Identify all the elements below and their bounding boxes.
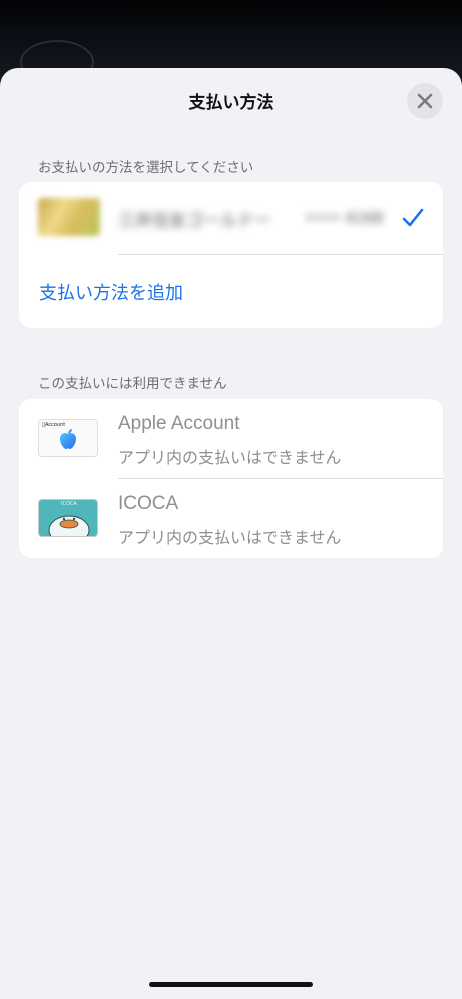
apple-logo-icon: [60, 429, 76, 449]
icoca-card-icon: ICOCA: [38, 499, 98, 537]
credit-card-thumbnail: [38, 198, 100, 236]
apple-account-subtitle: アプリ内の支払いはできません: [118, 448, 342, 467]
sheet-title: 支払い方法: [188, 93, 274, 113]
select-section-label: お支払いの方法を選択してください: [38, 160, 254, 176]
payment-options-card: 三井住友ゴールドー •••• 4168 支払い方法を追加: [19, 182, 443, 328]
close-icon: [417, 93, 433, 109]
add-payment-method-link[interactable]: 支払い方法を追加: [39, 279, 183, 305]
icoca-title: ICOCA: [118, 493, 179, 514]
icoca-platypus-icon: [48, 515, 90, 536]
payment-method-sheet: 支払い方法 お支払いの方法を選択してください 三井住友ゴールドー •••• 41…: [0, 68, 462, 999]
icoca-subtitle: アプリ内の支払いはできません: [118, 528, 342, 547]
apple-account-thumbnail: Account: [38, 419, 98, 457]
checkmark-icon: [402, 208, 424, 227]
unavailable-section-label: この支払いには利用できません: [38, 376, 227, 392]
card-number: •••• 4168: [305, 209, 384, 227]
row-divider: [118, 254, 443, 255]
selected-card-row[interactable]: 三井住友ゴールドー •••• 4168: [19, 182, 443, 254]
card-name: 三井住友ゴールドー: [118, 211, 271, 231]
icoca-row: ICOCA ICOCA アプリ内の支払いはできません: [19, 479, 443, 558]
apple-account-row: Account Apple Account アプリ内の支払いはできません: [19, 399, 443, 478]
unavailable-methods-card: Account Apple Account アプリ内の支払いはできません: [19, 399, 443, 558]
apple-account-title: Apple Account: [118, 413, 240, 434]
home-indicator[interactable]: [149, 982, 313, 987]
close-button[interactable]: [407, 83, 443, 119]
